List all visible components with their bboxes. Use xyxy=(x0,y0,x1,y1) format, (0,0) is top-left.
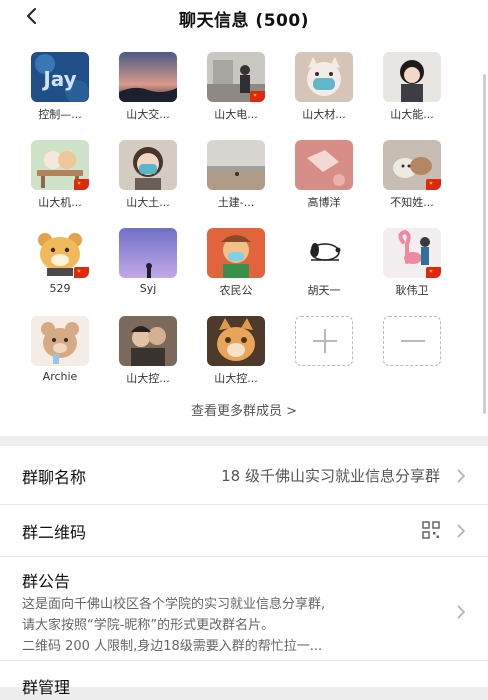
member-name: 山大交... xyxy=(126,108,170,121)
member-name: 529 xyxy=(49,282,71,295)
bear-avatar xyxy=(31,228,89,278)
member-item[interactable]: 农民公 xyxy=(202,228,270,298)
member-item[interactable]: 山大能... xyxy=(378,52,446,122)
member-name: 高博洋 xyxy=(307,196,341,209)
member-name: 山大机... xyxy=(38,196,82,209)
orange-cat-avatar xyxy=(207,316,265,366)
page-title: 聊天信息 (500) xyxy=(179,11,309,31)
member-name: 控制—... xyxy=(38,108,82,121)
member-name: 山大土... xyxy=(126,196,170,209)
chevron-right-icon xyxy=(456,604,466,619)
member-item[interactable]: 山大机... xyxy=(26,140,94,210)
pink-pattern-avatar xyxy=(295,140,353,190)
couple-avatar xyxy=(119,316,177,366)
mask-girl-avatar xyxy=(119,140,177,190)
cat-mask-avatar xyxy=(295,52,353,102)
chevron-right-icon xyxy=(456,523,466,538)
member-name: Syj xyxy=(139,282,157,295)
beach-avatar xyxy=(207,140,265,190)
member-name: 山大控... xyxy=(214,372,258,385)
flag-icon xyxy=(426,179,441,190)
group-notice-text: 这是面向千佛山校区各个学院的实习就业信息分享群, 请大家按照“学院-昵称”的形式… xyxy=(22,594,432,657)
member-name: 山大材... xyxy=(302,108,346,121)
jay-avatar: Jay xyxy=(31,52,89,102)
member-item[interactable]: 山大材... xyxy=(290,52,358,122)
member-item[interactable]: 耿伟卫 xyxy=(378,228,446,298)
group-name-value: 18 级千佛山实习就业信息分享群 xyxy=(221,467,440,485)
plus-icon[interactable] xyxy=(295,316,353,366)
notice-line: 请大家按照“学院-昵称”的形式更改群名片。 xyxy=(22,618,275,633)
chevron-right-icon xyxy=(456,468,466,483)
snoopy-avatar xyxy=(295,228,353,278)
flag-icon xyxy=(74,267,89,278)
member-name: 土建-... xyxy=(217,196,255,209)
group-manage-row[interactable]: 群管理 xyxy=(0,660,488,700)
group-notice-label: 群公告 xyxy=(22,572,71,591)
teddy-avatar xyxy=(31,316,89,366)
girl-avatar xyxy=(383,52,441,102)
header-bar: 聊天信息 (500) xyxy=(0,0,488,34)
member-item[interactable]: 山大控... xyxy=(114,316,182,386)
member-name: 山大能... xyxy=(390,108,434,121)
member-item[interactable]: 胡天一 xyxy=(290,228,358,298)
cartoon-desk-avatar xyxy=(31,140,89,190)
add-member-button[interactable] xyxy=(290,316,358,366)
svg-text:Jay: Jay xyxy=(41,67,76,91)
qr-code-label: 群二维码 xyxy=(22,523,87,542)
member-item[interactable]: 山大控... xyxy=(202,316,270,386)
member-item[interactable]: 山大电... xyxy=(202,52,270,122)
flag-icon xyxy=(74,179,89,190)
group-notice-row[interactable]: 群公告 这是面向千佛山校区各个学院的实习就业信息分享群, 请大家按照“学院-昵称… xyxy=(0,556,488,661)
member-item[interactable]: 山大交... xyxy=(114,52,182,122)
flamingo-avatar xyxy=(383,228,441,278)
minus-icon[interactable] xyxy=(383,316,441,366)
cat-photo-avatar xyxy=(383,140,441,190)
member-item[interactable]: 高博洋 xyxy=(290,140,358,210)
cartoon-mask-avatar xyxy=(207,228,265,278)
notice-line: 这是面向千佛山校区各个学院的实习就业信息分享群, xyxy=(22,597,326,612)
group-manage-label: 群管理 xyxy=(22,678,71,697)
scrollbar[interactable] xyxy=(483,74,486,414)
member-item[interactable]: 土建-... xyxy=(202,140,270,210)
member-item[interactable]: 不知姓... xyxy=(378,140,446,210)
group-name-label: 群聊名称 xyxy=(22,468,87,487)
notice-line: 二维码 200 人限制,身边18级需要入群的帮忙拉一... xyxy=(22,639,323,654)
street-avatar xyxy=(207,52,265,102)
member-name: 农民公 xyxy=(219,284,253,297)
member-name: 不知姓... xyxy=(390,196,434,209)
qr-code-row[interactable]: 群二维码 xyxy=(0,504,488,557)
sunset-avatar xyxy=(119,52,177,102)
member-item[interactable]: Jay 控制—... xyxy=(26,52,94,122)
night-sky-avatar xyxy=(119,228,177,278)
member-item[interactable]: Syj xyxy=(114,228,182,295)
flag-icon xyxy=(426,267,441,278)
member-name: 胡天一 xyxy=(307,284,341,297)
member-item[interactable]: Archie xyxy=(26,316,94,383)
member-name: Archie xyxy=(42,370,78,383)
member-panel: Jay 控制—... 山大交... 山大电... 山大材... 山大能... 山… xyxy=(0,34,488,436)
member-item[interactable]: 山大土... xyxy=(114,140,182,210)
group-name-row[interactable]: 群聊名称 18 级千佛山实习就业信息分享群 xyxy=(0,446,488,505)
member-item[interactable]: 529 xyxy=(26,228,94,295)
remove-member-button[interactable] xyxy=(378,316,446,366)
member-name: 山大电... xyxy=(214,108,258,121)
flag-icon xyxy=(250,91,265,102)
member-name: 耿伟卫 xyxy=(395,284,429,297)
view-more-members-link[interactable]: 查看更多群成员 > xyxy=(0,400,488,419)
qr-code-icon xyxy=(422,521,440,539)
settings-list: 群聊名称 18 级千佛山实习就业信息分享群 群二维码 群公告 这是面向千佛山校区… xyxy=(0,446,488,697)
member-name: 山大控... xyxy=(126,372,170,385)
